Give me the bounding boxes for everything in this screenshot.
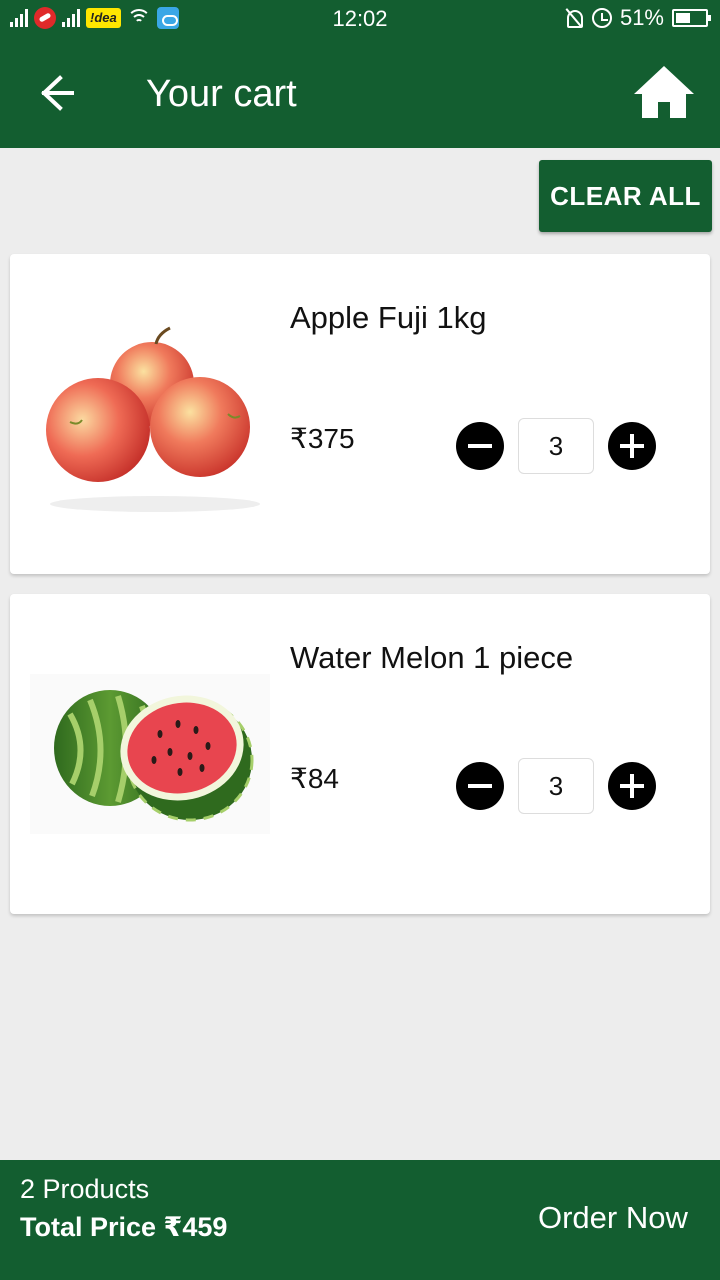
status-bar: !dea 12:02 51%	[0, 0, 720, 36]
quantity-field[interactable]	[518, 758, 594, 814]
page-title: Your cart	[146, 73, 297, 115]
product-name: Water Melon 1 piece	[290, 640, 574, 675]
product-name: Apple Fuji 1kg	[290, 300, 487, 335]
clear-all-button[interactable]: CLEAR ALL	[539, 160, 712, 232]
app-bar: Your cart	[0, 36, 720, 148]
quantity-field[interactable]	[518, 418, 594, 474]
checkout-bar: 2 Products Total Price ₹459 Order Now	[0, 1160, 720, 1280]
cart-item-card: Apple Fuji 1kg ₹375	[10, 254, 710, 574]
home-icon	[634, 66, 694, 118]
apple-image	[30, 304, 270, 524]
back-button[interactable]	[30, 70, 80, 116]
order-now-button[interactable]: Order Now	[520, 1200, 710, 1236]
total-price: Total Price ₹459	[20, 1212, 228, 1242]
battery-percent: 51%	[619, 5, 664, 30]
product-price: ₹84	[290, 763, 339, 794]
battery-icon	[672, 9, 711, 27]
cart-item-card: Water Melon 1 piece ₹84	[10, 594, 710, 914]
decrease-quantity-button[interactable]	[456, 762, 504, 810]
products-count: 2 Products	[20, 1174, 150, 1204]
arrow-left-icon	[41, 75, 74, 111]
watermelon-image	[30, 644, 270, 864]
home-button[interactable]	[632, 64, 696, 120]
increase-quantity-button[interactable]	[608, 422, 656, 470]
product-price: ₹375	[290, 423, 355, 454]
alarm-icon	[591, 8, 612, 28]
decrease-quantity-button[interactable]	[456, 422, 504, 470]
mute-bell-icon	[564, 8, 584, 28]
status-right-icons: 51%	[564, 5, 711, 30]
increase-quantity-button[interactable]	[608, 762, 656, 810]
